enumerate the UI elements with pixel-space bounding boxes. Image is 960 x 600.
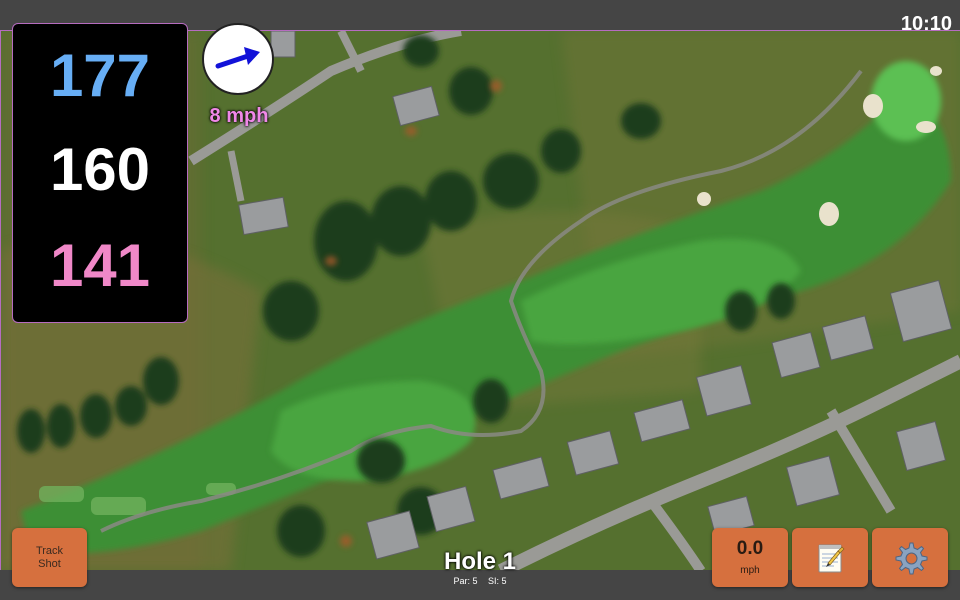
distance-back: 177 bbox=[49, 42, 151, 109]
speed-unit: mph bbox=[740, 565, 760, 576]
track-shot-label: Track Shot bbox=[12, 545, 87, 571]
track-shot-label-line2: Shot bbox=[38, 558, 61, 570]
golf-gps-screen: 10:10 177 160 141 8 mph Track Shot Hole … bbox=[0, 0, 960, 600]
gear-icon bbox=[895, 542, 928, 574]
wind-speed: 8 mph bbox=[209, 105, 269, 127]
distance-front: 141 bbox=[49, 232, 151, 299]
hole-stroke-index: SI: 5 bbox=[488, 576, 507, 586]
distance-panel: 177 160 141 bbox=[12, 23, 188, 323]
track-shot-label-line1: Track bbox=[35, 545, 64, 557]
notepad-icon bbox=[818, 544, 845, 572]
hole-par: Par: 5 bbox=[453, 576, 478, 586]
speed-value: 0.0 bbox=[736, 538, 764, 559]
speed-button[interactable]: 0.0 mph bbox=[712, 528, 788, 587]
notes-button[interactable] bbox=[792, 528, 868, 587]
track-shot-button[interactable]: Track Shot bbox=[12, 528, 87, 587]
hole-title: Hole 1 bbox=[443, 548, 517, 575]
distance-middle: 160 bbox=[49, 136, 151, 203]
settings-button[interactable] bbox=[872, 528, 948, 587]
arrow-right-icon bbox=[215, 47, 260, 69]
wind-direction-indicator bbox=[202, 23, 274, 95]
hole-details: Par: 5 SI: 5 bbox=[380, 577, 580, 586]
